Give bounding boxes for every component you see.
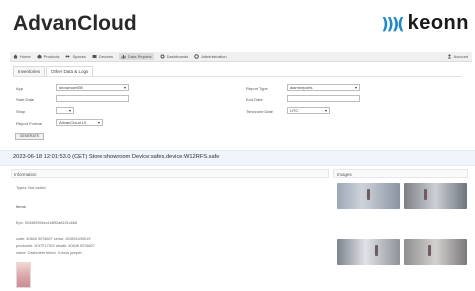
dashboards-icon xyxy=(160,54,165,59)
brand-logo: )))( keonn xyxy=(381,12,469,35)
nav-item-dashboards[interactable]: Dashboards xyxy=(160,54,189,59)
person-figure xyxy=(375,244,378,256)
nav-label: Products xyxy=(43,54,60,59)
chevron-down-icon: ▾ xyxy=(68,108,71,113)
chevron-down-icon: ▾ xyxy=(354,85,357,90)
report-format-value: AdvanCloud UI xyxy=(59,120,86,125)
data-reports-icon xyxy=(121,55,126,59)
brand-name: keonn xyxy=(407,12,469,34)
camera-image[interactable] xyxy=(337,183,400,209)
report-type-select[interactable]: alarmreports ▾ xyxy=(287,84,360,91)
camera-image[interactable] xyxy=(404,183,467,209)
account-label: Account xyxy=(453,54,468,59)
user-icon xyxy=(447,54,452,59)
nav-item-spaces[interactable]: Spaces xyxy=(65,54,86,59)
report-format-label: Report Format xyxy=(16,121,42,126)
camera-image[interactable] xyxy=(404,238,467,265)
person-figure xyxy=(428,244,431,256)
end-date-input[interactable] xyxy=(287,95,360,102)
product-thumbnail[interactable] xyxy=(16,262,31,288)
main-navbar: Home Products Spaces Devices Data Report… xyxy=(10,52,472,62)
tab-other-data-logs[interactable]: Other Data & Logs xyxy=(46,66,94,76)
code-line: code: 40640 9076607 serial: 102694439019 xyxy=(16,237,91,241)
result-title: 2023-06-18 12:01:53.0 (CET) Store:showro… xyxy=(13,154,220,160)
administration-icon xyxy=(194,54,199,59)
information-heading: Information xyxy=(14,172,37,177)
images-panel-header xyxy=(333,169,468,178)
camera-image[interactable] xyxy=(337,238,400,265)
nav-label: Dashboards xyxy=(166,54,189,59)
timezone-value: UTC xyxy=(290,108,299,113)
nav-item-devices[interactable]: Devices xyxy=(92,54,113,59)
report-format-select[interactable]: AdvanCloud UI ▾ xyxy=(56,119,103,126)
report-type-label: Report Type xyxy=(246,86,268,91)
nav-label: Administration xyxy=(201,54,227,59)
report-type-value: alarmreports xyxy=(290,85,313,90)
app-label: App xyxy=(16,86,24,91)
home-icon xyxy=(13,54,18,59)
person-figure xyxy=(367,189,370,200)
product-line: productId: 1197F17921 ebsdk: 40648 90766… xyxy=(16,244,95,248)
tabs-divider xyxy=(13,76,462,77)
camera-image-grid xyxy=(337,183,467,291)
timezone-select[interactable]: UTC ▾ xyxy=(287,107,330,114)
generate-button[interactable]: GENERATE xyxy=(15,133,44,140)
shop-select[interactable]: ▾ xyxy=(56,107,74,114)
name-line: name: Cashmere blend. V-neck jumper xyxy=(16,251,82,255)
account-menu[interactable]: Account xyxy=(447,54,468,59)
tab-inventories[interactable]: Inventories xyxy=(13,66,46,76)
report-tabs: Inventories Other Data & Logs xyxy=(13,66,94,76)
nav-item-home[interactable]: Home xyxy=(13,54,31,59)
nav-label: Spaces xyxy=(72,54,86,59)
products-icon xyxy=(37,54,42,59)
start-date-input[interactable] xyxy=(56,95,129,102)
nav-item-products[interactable]: Products xyxy=(37,54,60,59)
chevron-down-icon: ▾ xyxy=(324,108,327,113)
chevron-down-icon: ▾ xyxy=(123,85,126,90)
keonn-logo-icon: )))( xyxy=(381,14,404,33)
spaces-icon xyxy=(65,55,70,58)
end-date-label: End Date xyxy=(246,97,263,102)
start-date-label: Start Date xyxy=(16,97,35,102)
nav-label: Devices xyxy=(98,54,114,59)
images-heading: Images xyxy=(337,172,352,177)
app-select-value: showroomEB xyxy=(59,85,83,90)
nav-item-administration[interactable]: Administration xyxy=(194,54,227,59)
information-panel-header xyxy=(11,169,329,178)
app-title: AdvanCloud xyxy=(13,12,137,35)
nav-label: Home xyxy=(20,54,31,59)
app-select[interactable]: showroomEB ▾ xyxy=(56,84,129,91)
items-heading: Items xyxy=(16,204,26,209)
person-figure xyxy=(424,189,427,200)
devices-icon xyxy=(92,55,97,58)
types-line: Types: Not coded xyxy=(16,186,46,190)
nav-label: Data Reports xyxy=(128,54,152,59)
chevron-down-icon: ▾ xyxy=(97,120,100,125)
shop-label: Shop xyxy=(16,109,26,114)
nav-item-data-reports[interactable]: Data Reports xyxy=(119,53,154,60)
epc-line: Epc: 303469934ec1b892a8191c6b8 xyxy=(16,221,78,225)
app-header: AdvanCloud )))( keonn xyxy=(0,0,475,46)
timezone-label: Timezone Date xyxy=(246,109,273,114)
